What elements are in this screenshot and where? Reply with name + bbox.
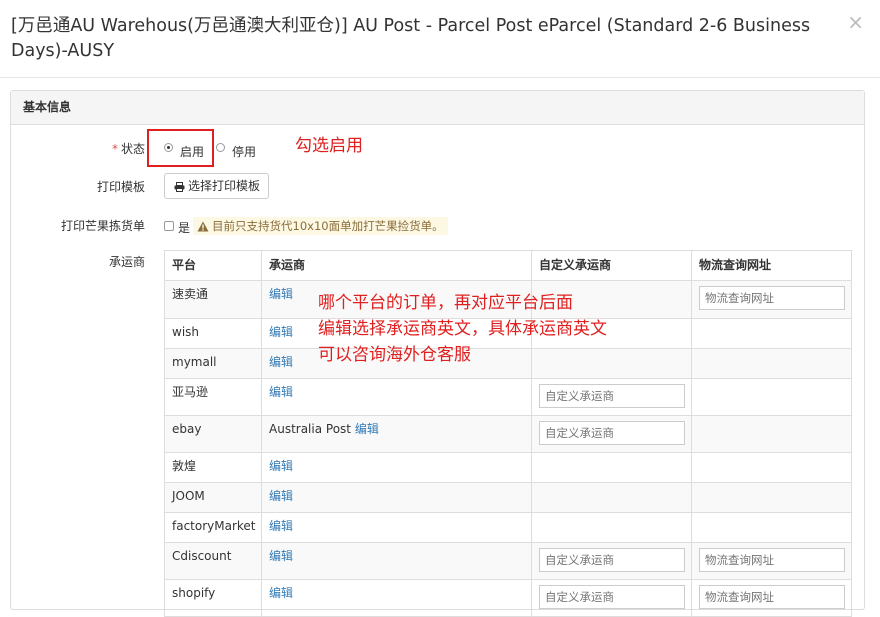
tracking-url-cell — [691, 579, 852, 617]
tracking-url-input[interactable] — [699, 286, 845, 310]
platform-cell: ebay — [164, 415, 262, 453]
modal-header: [万邑通AU Warehous(万邑通澳大利亚仓)] AU Post - Par… — [0, 0, 880, 78]
edit-carrier-link[interactable]: 编辑 — [269, 385, 293, 399]
printer-icon — [174, 181, 185, 192]
tracking-url-input[interactable] — [699, 585, 845, 609]
close-icon[interactable]: × — [847, 12, 864, 32]
edit-carrier-link[interactable]: 编辑 — [269, 586, 293, 600]
edit-carrier-link[interactable]: 编辑 — [269, 549, 293, 563]
table-row: factoryMarket 编辑 — [164, 512, 852, 543]
status-disable-label: 停用 — [232, 145, 257, 159]
custom-carrier-cell — [531, 415, 692, 453]
table-row: Cdiscount 编辑 — [164, 542, 852, 580]
custom-carrier-cell — [531, 482, 692, 513]
header-tracking-url: 物流查询网址 — [691, 250, 852, 281]
print-template-label: 打印模板 — [96, 180, 145, 194]
platform-cell: 速卖通 — [164, 280, 262, 319]
custom-carrier-cell — [531, 579, 692, 617]
edit-carrier-link[interactable]: 编辑 — [269, 287, 293, 301]
table-row: shopify 编辑 — [164, 579, 852, 617]
carrier-cell: 编辑 — [261, 512, 532, 543]
warning-icon — [197, 221, 209, 232]
carrier-cell: 编辑 — [261, 482, 532, 513]
custom-carrier-input[interactable] — [539, 585, 685, 609]
edit-carrier-link[interactable]: 编辑 — [269, 325, 293, 339]
platform-cell: wish — [164, 318, 262, 349]
platform-cell: factoryMarket — [164, 512, 262, 543]
custom-carrier-cell — [531, 378, 692, 416]
carrier-cell: 编辑 — [261, 452, 532, 483]
annotation-line: 编辑选择承运商英文，具体承运商英文 — [318, 319, 607, 339]
header-platform: 平台 — [164, 250, 262, 281]
edit-carrier-link[interactable]: 编辑 — [269, 459, 293, 473]
custom-carrier-input[interactable] — [539, 548, 685, 572]
header-carrier: 承运商 — [261, 250, 532, 281]
table-row: ebay Australia Post 编辑 — [164, 415, 852, 453]
carrier-cell: 编辑 — [261, 579, 532, 617]
tracking-url-cell — [691, 512, 852, 543]
tracking-url-cell — [691, 348, 852, 379]
annotation-highlight-box — [147, 129, 214, 167]
platform-cell: 亚马逊 — [164, 378, 262, 416]
platform-cell: shopify — [164, 579, 262, 617]
mango-pick-warning: 目前只支持货代10x10面单加打芒果捡货单。 — [193, 217, 448, 235]
annotation-enable-note: 勾选启用 — [295, 136, 363, 156]
custom-carrier-cell — [531, 542, 692, 580]
carrier-label: 承运商 — [108, 255, 145, 269]
header-custom-carrier: 自定义承运商 — [531, 250, 692, 281]
panel-heading: 基本信息 — [11, 91, 864, 125]
required-mark: * — [111, 142, 118, 156]
custom-carrier-input[interactable] — [539, 421, 685, 445]
custom-carrier-cell — [531, 512, 692, 543]
tracking-url-cell — [691, 318, 852, 349]
modal-title: [万邑通AU Warehous(万邑通澳大利亚仓)] AU Post - Par… — [11, 16, 811, 61]
mango-pick-checkbox[interactable] — [164, 221, 174, 231]
carrier-cell: Australia Post 编辑 — [261, 415, 532, 453]
tracking-url-cell — [691, 542, 852, 580]
platform-cell: 敦煌 — [164, 452, 262, 483]
status-label: * 状态 — [111, 142, 145, 156]
select-print-template-button[interactable]: 选择打印模板 — [164, 173, 269, 199]
edit-carrier-link[interactable]: 编辑 — [269, 519, 293, 533]
status-disable-radio[interactable] — [216, 143, 225, 152]
annotation-line: 可以咨询海外仓客服 — [318, 345, 471, 365]
edit-carrier-link[interactable]: 编辑 — [269, 355, 293, 369]
tracking-url-cell — [691, 415, 852, 453]
carrier-value: Australia Post — [269, 422, 352, 436]
platform-cell: Cdiscount — [164, 542, 262, 580]
tracking-url-cell — [691, 482, 852, 513]
table-row: JOOM 编辑 — [164, 482, 852, 513]
mango-pick-label: 打印芒果拣货单 — [60, 219, 145, 233]
table-row: 亚马逊 编辑 — [164, 378, 852, 416]
table-row: 敦煌 编辑 — [164, 452, 852, 483]
edit-carrier-link[interactable]: 编辑 — [355, 422, 379, 436]
edit-carrier-link[interactable]: 编辑 — [269, 489, 293, 503]
carrier-cell: 编辑 — [261, 378, 532, 416]
annotation-carrier-note: 哪个平台的订单，再对应平台后面 编辑选择承运商英文，具体承运商英文 可以咨询海外… — [318, 290, 607, 368]
custom-carrier-cell — [531, 452, 692, 483]
tracking-url-cell — [691, 378, 852, 416]
carrier-cell: 编辑 — [261, 542, 532, 580]
tracking-url-input[interactable] — [699, 548, 845, 572]
tracking-url-cell — [691, 452, 852, 483]
mango-pick-checkbox-label: 是 — [178, 221, 191, 235]
platform-cell: JOOM — [164, 482, 262, 513]
platform-cell: mymall — [164, 348, 262, 379]
table-header-row: 平台 承运商 自定义承运商 物流查询网址 — [164, 250, 852, 281]
tracking-url-cell — [691, 280, 852, 319]
annotation-line: 哪个平台的订单，再对应平台后面 — [318, 293, 573, 313]
custom-carrier-input[interactable] — [539, 384, 685, 408]
